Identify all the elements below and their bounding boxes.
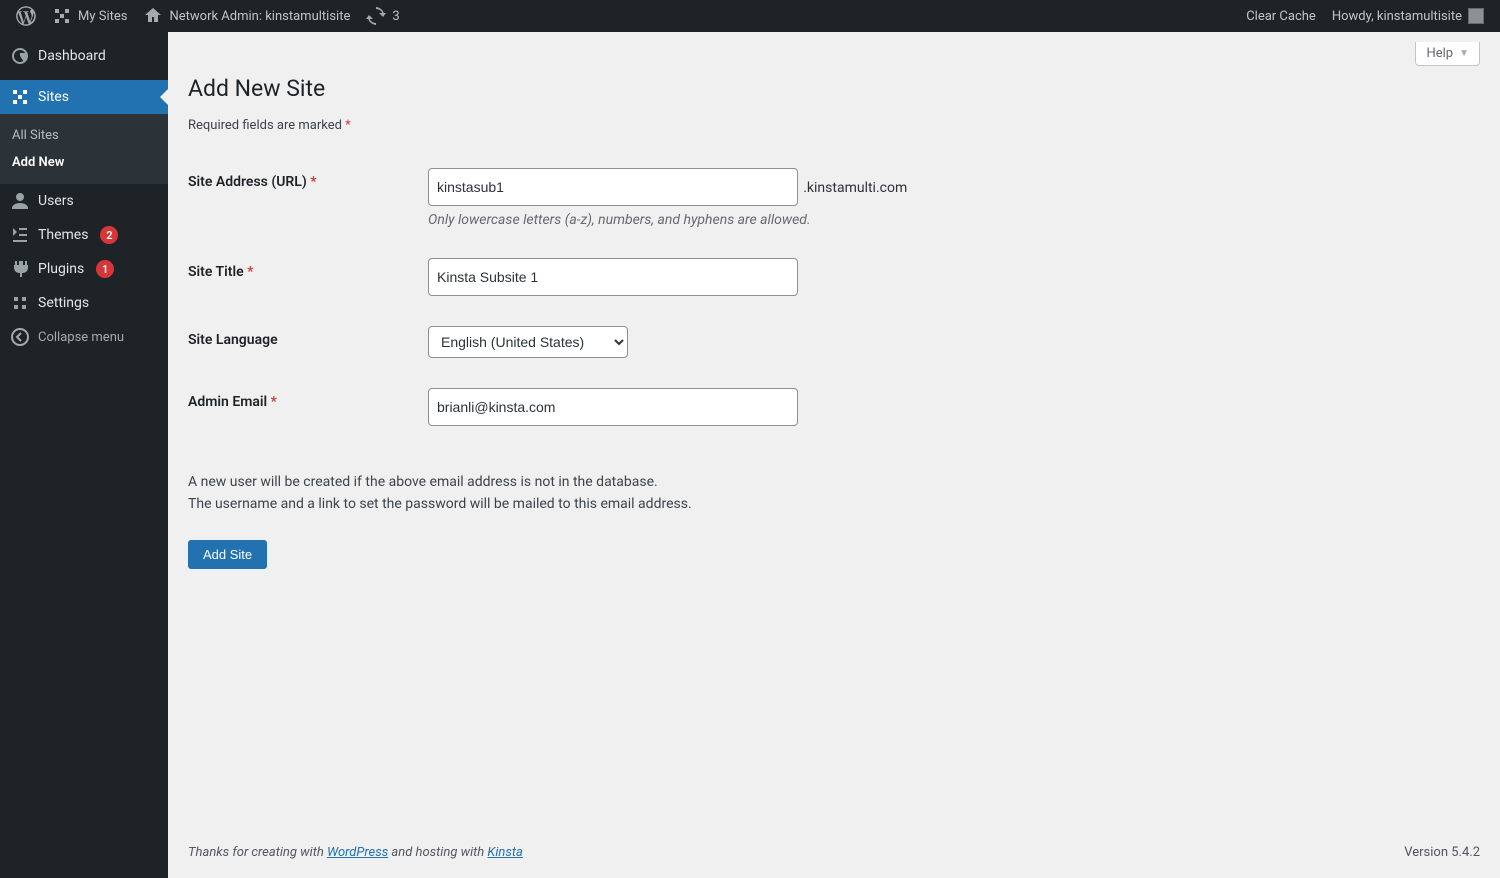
site-address-req: * xyxy=(310,174,316,190)
page-title: Add New Site xyxy=(188,66,1480,106)
site-address-input[interactable] xyxy=(428,168,798,206)
wp-logo[interactable] xyxy=(8,0,44,32)
site-address-suffix: .kinstamulti.com xyxy=(803,180,907,196)
settings-icon xyxy=(10,293,30,313)
network-admin-link[interactable]: Network Admin: kinstamultisite xyxy=(135,0,358,32)
site-language-select[interactable]: English (United States) xyxy=(428,326,628,358)
new-user-info: A new user will be created if the above … xyxy=(188,471,1480,516)
admin-email-label: Admin Email xyxy=(188,394,271,410)
sidebar-item-users[interactable]: Users xyxy=(0,184,168,218)
footer-wordpress-link[interactable]: WordPress xyxy=(327,845,388,860)
site-address-label-cell: Site Address (URL) * xyxy=(188,153,418,243)
howdy-label: Howdy, kinstamultisite xyxy=(1332,9,1462,24)
admin-email-input[interactable] xyxy=(428,388,798,426)
add-site-button[interactable]: Add Site xyxy=(188,540,267,569)
info-line-2: The username and a link to set the passw… xyxy=(188,496,692,512)
site-title-label: Site Title xyxy=(188,264,247,280)
main-content: Help ▼ Add New Site Required fields are … xyxy=(168,32,1500,878)
sidebar-sites-label: Sites xyxy=(38,89,69,105)
my-sites-label: My Sites xyxy=(78,9,127,24)
collapse-menu[interactable]: Collapse menu xyxy=(0,320,168,354)
required-fields-legend: Required fields are marked * xyxy=(188,106,1480,153)
collapse-label: Collapse menu xyxy=(38,330,124,345)
sidebar-item-settings[interactable]: Settings xyxy=(0,286,168,320)
admin-email-label-cell: Admin Email * xyxy=(188,373,418,441)
site-address-hint: Only lowercase letters (a-z), numbers, a… xyxy=(428,212,1470,228)
sidebar-sub-add-new[interactable]: Add New xyxy=(0,149,168,176)
avatar xyxy=(1468,8,1484,24)
sidebar-item-plugins[interactable]: Plugins 1 xyxy=(0,252,168,286)
my-sites-link[interactable]: My Sites xyxy=(44,0,135,32)
site-language-label-cell: Site Language xyxy=(188,311,418,373)
info-line-1: A new user will be created if the above … xyxy=(188,474,658,490)
sidebar-item-sites[interactable]: Sites xyxy=(0,80,168,114)
home-icon xyxy=(143,6,163,26)
site-title-input[interactable] xyxy=(428,258,798,296)
sidebar-sub-all-sites[interactable]: All Sites xyxy=(0,122,168,149)
sidebar-users-label: Users xyxy=(38,193,74,209)
admin-bar: My Sites Network Admin: kinstamultisite … xyxy=(0,0,1500,32)
sidebar-submenu-sites: All Sites Add New xyxy=(0,114,168,184)
required-asterisk: * xyxy=(345,118,351,133)
footer-thanks-prefix: Thanks for creating with xyxy=(188,845,327,860)
network-admin-label: Network Admin: kinstamultisite xyxy=(169,9,350,24)
admin-footer: Thanks for creating with WordPress and h… xyxy=(188,845,1480,860)
admin-sidebar: Dashboard Sites All Sites Add New Users … xyxy=(0,32,168,878)
users-icon xyxy=(10,191,30,211)
clear-cache-link[interactable]: Clear Cache xyxy=(1238,0,1324,32)
comments-count: 3 xyxy=(392,9,399,24)
sites-icon xyxy=(10,87,30,107)
chevron-down-icon: ▼ xyxy=(1459,48,1469,59)
clear-cache-label: Clear Cache xyxy=(1246,9,1316,24)
comments-link[interactable]: 3 xyxy=(358,0,407,32)
collapse-icon xyxy=(10,327,30,347)
themes-update-badge: 2 xyxy=(100,226,118,244)
plugins-update-badge: 1 xyxy=(96,260,114,278)
footer-version: Version 5.4.2 xyxy=(1404,845,1480,860)
sidebar-plugins-label: Plugins xyxy=(38,261,84,277)
wordpress-icon xyxy=(16,6,36,26)
sidebar-item-themes[interactable]: Themes 2 xyxy=(0,218,168,252)
add-site-form: Site Address (URL) * .kinstamulti.com On… xyxy=(188,153,1480,441)
network-icon xyxy=(52,6,72,26)
sidebar-themes-label: Themes xyxy=(38,227,88,243)
footer-left: Thanks for creating with WordPress and h… xyxy=(188,845,523,860)
help-tab[interactable]: Help ▼ xyxy=(1415,42,1480,66)
site-address-label: Site Address (URL) xyxy=(188,174,310,190)
help-label: Help xyxy=(1426,46,1453,61)
sidebar-settings-label: Settings xyxy=(38,295,89,311)
admin-email-req: * xyxy=(271,394,277,410)
sidebar-item-dashboard[interactable]: Dashboard xyxy=(0,32,168,80)
footer-kinsta-link[interactable]: Kinsta xyxy=(487,845,522,860)
site-title-label-cell: Site Title * xyxy=(188,243,418,311)
sidebar-dashboard-label: Dashboard xyxy=(38,48,106,64)
required-legend-text: Required fields are marked xyxy=(188,118,345,133)
howdy-user[interactable]: Howdy, kinstamultisite xyxy=(1324,0,1492,32)
footer-thanks-mid: and hosting with xyxy=(388,845,487,860)
site-language-label: Site Language xyxy=(188,332,278,348)
plugins-icon xyxy=(10,259,30,279)
site-title-req: * xyxy=(247,264,253,280)
themes-icon xyxy=(10,225,30,245)
dashboard-icon xyxy=(10,46,30,66)
refresh-icon xyxy=(366,6,386,26)
